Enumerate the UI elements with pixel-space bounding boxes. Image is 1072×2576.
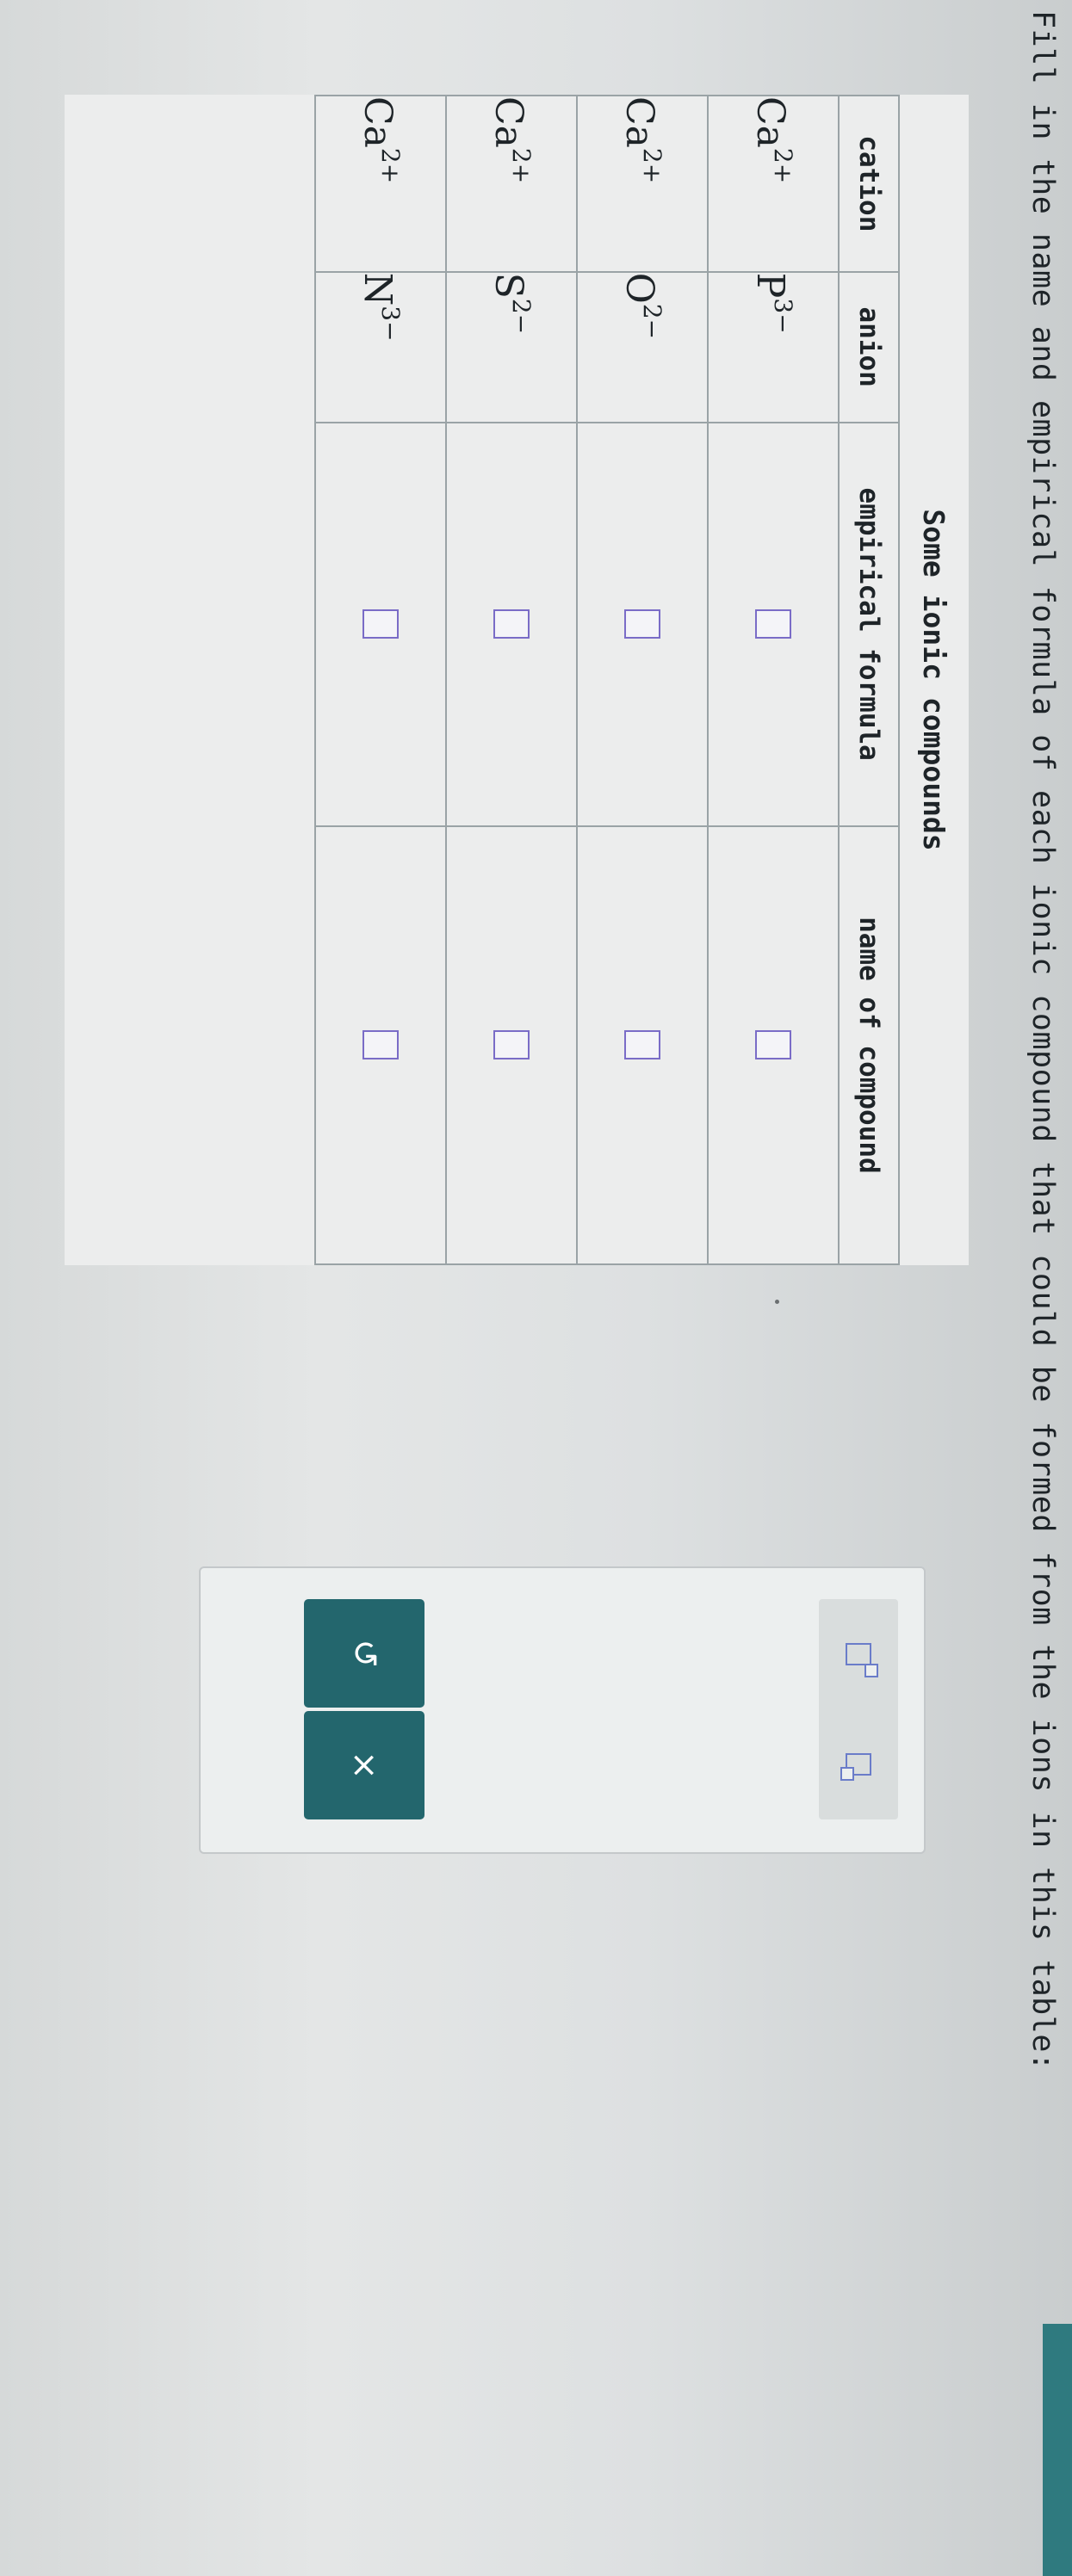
compound-name-input[interactable] [624,1030,660,1060]
undo-button[interactable]: ↺ [304,1599,424,1708]
empirical-formula-input[interactable] [493,609,530,639]
name-cell [577,825,708,1264]
answer-tools-panel: ↺ × [199,1566,926,1854]
table-header-row: cation anion empirical formula name of c… [839,96,899,1264]
anion-charge: 3− [769,298,798,334]
superscript-button[interactable] [819,1599,898,1709]
table-row: Ca2+ N3− [315,96,446,1264]
subscript-box-icon [840,1753,871,1781]
cation-charge: 2+ [638,147,667,184]
anion-symbol: P [748,272,793,299]
formula-cell [708,422,839,826]
table-row: Ca2+ O2− [577,96,708,1264]
cation-charge: 2+ [507,147,536,184]
anion-charge: 2− [507,298,536,335]
empirical-formula-input[interactable] [755,609,791,639]
anion-cell: S2− [446,271,577,423]
formula-cell [577,422,708,826]
empirical-formula-input[interactable] [362,609,399,639]
instruction-text: Fill in the name and empirical formula o… [1026,10,1060,2072]
table-title: Some ionic compounds [917,509,951,851]
cation-cell: Ca2+ [315,96,446,272]
ionic-compounds-table-container: Some ionic compounds cation anion empiri… [65,95,969,1265]
table-row: Ca2+ S2− [446,96,577,1264]
cation-cell: Ca2+ [577,96,708,272]
name-cell [315,825,446,1264]
teal-window-edge [1043,2324,1072,2576]
subscript-button[interactable] [819,1709,898,1819]
compound-name-input[interactable] [362,1030,399,1060]
clear-button[interactable]: × [304,1711,424,1819]
cation-symbol: Ca [617,96,662,148]
cation-charge: 2+ [769,147,798,184]
cation-symbol: Ca [356,96,400,148]
anion-charge: 3− [376,306,406,342]
compound-name-input[interactable] [493,1030,530,1060]
screen-canvas: Fill in the name and empirical formula o… [0,0,1072,2576]
format-toolbar [819,1599,898,1819]
compound-name-input[interactable] [755,1030,791,1060]
name-cell [708,825,839,1264]
anion-symbol: N [356,272,400,306]
anion-charge: 2− [638,303,667,340]
superscript-box-icon [846,1643,878,1677]
name-cell [446,825,577,1264]
anion-cell: N3− [315,271,446,423]
anion-symbol: O [617,272,662,304]
close-icon: × [344,1751,384,1780]
cation-symbol: Ca [748,96,793,148]
cation-cell: Ca2+ [708,96,839,272]
cation-symbol: Ca [486,96,531,148]
header-empirical-formula: empirical formula [839,422,899,826]
formula-cell [446,422,577,826]
anion-cell: O2− [577,271,708,423]
empirical-formula-input[interactable] [624,609,660,639]
cation-cell: Ca2+ [446,96,577,272]
anion-symbol: S [486,272,531,299]
stray-dot [775,1300,779,1304]
header-cation: cation [839,96,899,272]
cation-charge: 2+ [376,147,406,184]
anion-cell: P3− [708,271,839,423]
ionic-compounds-table: cation anion empirical formula name of c… [314,95,900,1265]
formula-cell [315,422,446,826]
table-row: Ca2+ P3− [708,96,839,1264]
header-anion: anion [839,271,899,423]
undo-icon: ↺ [344,1639,384,1668]
header-name-of-compound: name of compound [839,825,899,1264]
